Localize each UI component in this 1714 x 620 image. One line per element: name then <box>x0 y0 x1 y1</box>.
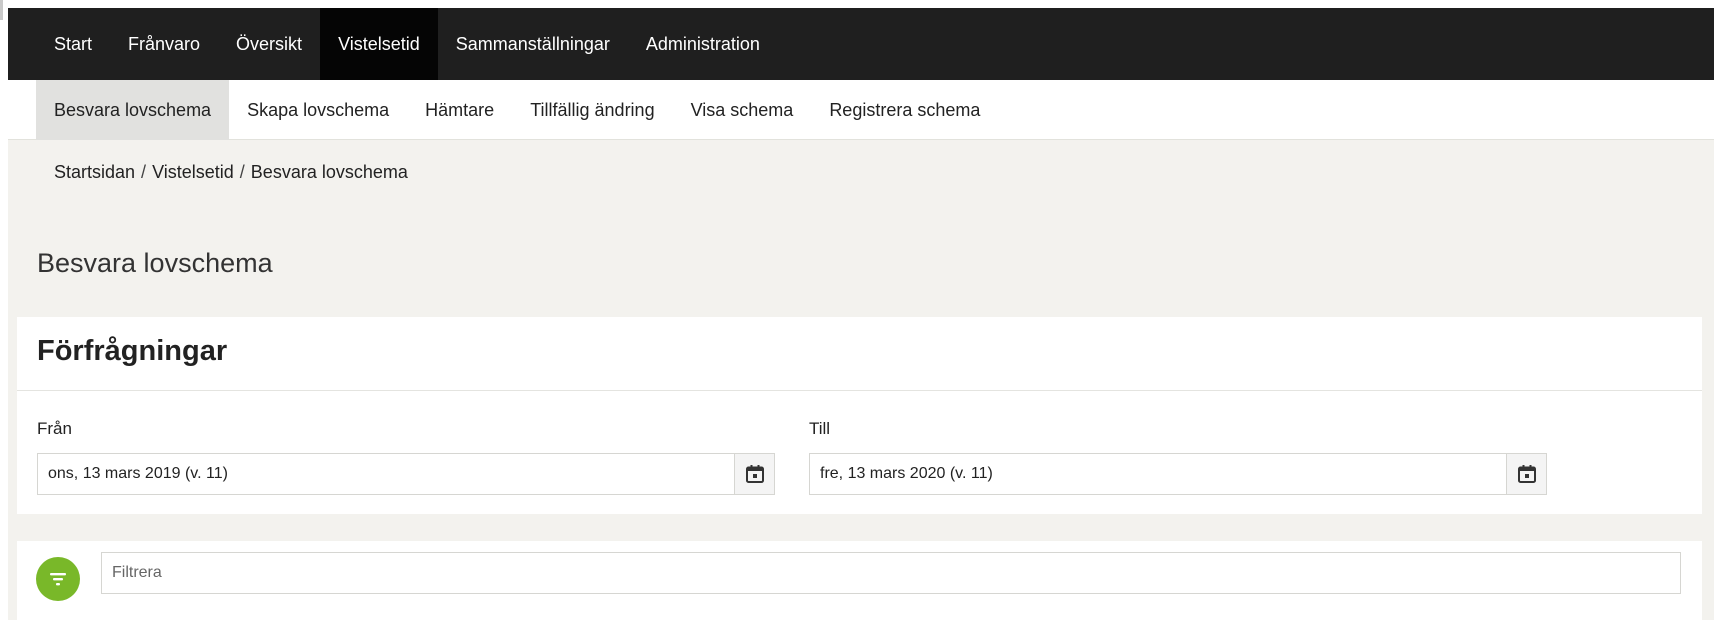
sub-nav-skapa-lovschema[interactable]: Skapa lovschema <box>229 80 407 140</box>
sub-nav-hamtare[interactable]: Hämtare <box>407 80 512 140</box>
from-date-field[interactable]: ons, 13 mars 2019 (v. 11) <box>37 453 775 495</box>
window-left-edge <box>0 0 8 620</box>
to-calendar-button[interactable] <box>1506 454 1546 494</box>
to-date-field[interactable]: fre, 13 mars 2020 (v. 11) <box>809 453 1547 495</box>
calendar-icon <box>1517 465 1536 483</box>
breadcrumb-vistelsetid[interactable]: Vistelsetid <box>152 162 234 183</box>
page-title: Besvara lovschema <box>37 248 273 278</box>
top-nav-franvaro[interactable]: Frånvaro <box>110 8 218 80</box>
filter-icon <box>50 573 66 586</box>
breadcrumb: Startsidan / Vistelsetid / Besvara lovsc… <box>54 162 408 183</box>
sub-nav-tillfallig-andring[interactable]: Tillfällig ändring <box>512 80 672 140</box>
calendar-icon <box>745 465 764 483</box>
breadcrumb-besvara-lovschema: Besvara lovschema <box>250 162 408 182</box>
breadcrumb-startsidan[interactable]: Startsidan <box>54 162 135 183</box>
sub-navigation: Besvara lovschema Skapa lovschema Hämtar… <box>8 80 1714 140</box>
sub-nav-registrera-schema[interactable]: Registrera schema <box>811 80 998 140</box>
card-divider <box>17 390 1702 391</box>
top-nav-start[interactable]: Start <box>36 8 110 80</box>
filter-input[interactable] <box>101 552 1681 594</box>
from-date-value[interactable]: ons, 13 mars 2019 (v. 11) <box>38 454 734 494</box>
requests-card-title: Förfrågningar <box>37 335 228 367</box>
top-nav-oversikt[interactable]: Översikt <box>218 8 320 80</box>
from-calendar-button[interactable] <box>734 454 774 494</box>
top-nav-vistelsetid[interactable]: Vistelsetid <box>320 8 438 80</box>
top-navigation: Start Frånvaro Översikt Vistelsetid Samm… <box>8 8 1714 80</box>
from-label: Från <box>37 419 72 438</box>
top-nav-administration[interactable]: Administration <box>628 8 778 80</box>
breadcrumb-separator: / <box>239 162 245 182</box>
requests-card: Förfrågningar Från ons, 13 mars 2019 (v.… <box>17 317 1702 514</box>
filter-button[interactable] <box>36 557 80 601</box>
page: Start Frånvaro Översikt Vistelsetid Samm… <box>8 8 1714 620</box>
to-date-value[interactable]: fre, 13 mars 2020 (v. 11) <box>810 454 1506 494</box>
window-corner-mark <box>0 0 3 20</box>
breadcrumb-separator: / <box>141 162 147 182</box>
filter-bar <box>17 541 1702 620</box>
sub-nav-visa-schema[interactable]: Visa schema <box>673 80 812 140</box>
top-nav-sammanstallningar[interactable]: Sammanställningar <box>438 8 628 80</box>
to-label: Till <box>809 419 831 438</box>
sub-nav-besvara-lovschema[interactable]: Besvara lovschema <box>36 80 230 140</box>
